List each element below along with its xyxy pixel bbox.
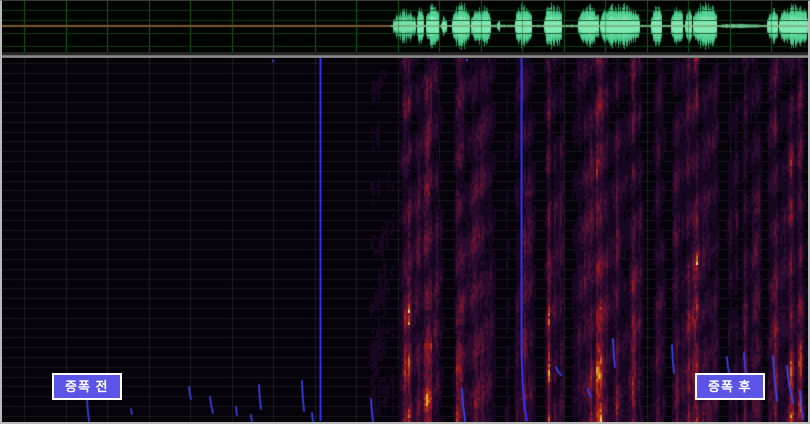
after-amplify-label: 증폭 후 — [695, 373, 765, 400]
waveform-overview[interactable] — [2, 1, 808, 52]
before-amplify-label: 증폭 전 — [52, 373, 122, 400]
audio-editor-view: 증폭 전 증폭 후 — [0, 0, 810, 424]
spectrogram-view[interactable] — [2, 58, 808, 422]
